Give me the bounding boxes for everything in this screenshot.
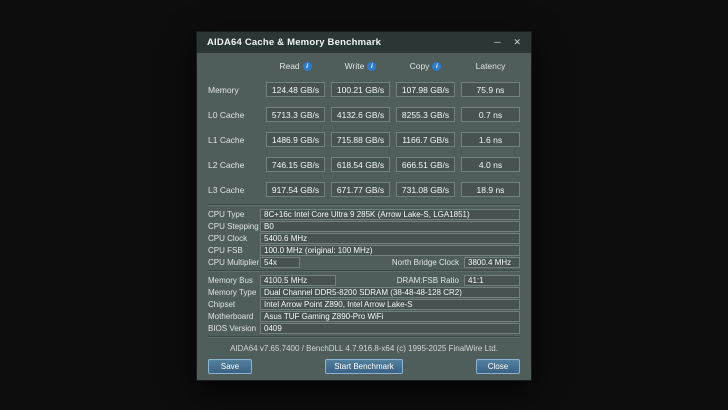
system-row-label: CPU Clock [208, 234, 260, 243]
cpu-multiplier-value: 54x [260, 257, 300, 268]
memory-copy-value: 107.98 GB/s [396, 82, 455, 97]
l0-read-value: 5713.3 GB/s [266, 107, 325, 122]
system-row-label: CPU FSB [208, 246, 260, 255]
cpu-type-value: 8C+16c Intel Core Ultra 9 285K (Arrow La… [260, 209, 520, 220]
memory-write-value: 100.21 GB/s [331, 82, 390, 97]
system-row-cpu-stepping: CPU Stepping B0 [208, 220, 520, 232]
benchmark-header: Read i Write i Copy i Latency [208, 59, 520, 73]
l1-latency-value: 1.6 ns [461, 132, 520, 147]
memory-read-value: 124.48 GB/s [266, 82, 325, 97]
memory-bus-value: 4100.5 MHz [260, 275, 336, 286]
motherboard-value: Asus TUF Gaming Z890-Pro WiFi [260, 311, 520, 322]
separator [208, 270, 520, 272]
l2-write-value: 618.54 GB/s [331, 157, 390, 172]
memory-latency-value: 75.9 ns [461, 82, 520, 97]
benchmark-row-l1-cache: L1 Cache 1486.9 GB/s 715.88 GB/s 1166.7 … [208, 127, 520, 152]
benchmark-row-label: L0 Cache [208, 110, 260, 120]
system-row-label: BIOS Version [208, 324, 260, 333]
bios-version-value: 0409 [260, 323, 520, 334]
column-header-latency: Latency [461, 61, 520, 71]
window-title: AIDA64 Cache & Memory Benchmark [207, 37, 381, 48]
column-header-read: Read i [266, 61, 325, 71]
system-row-label: CPU Multiplier [208, 258, 260, 267]
separator [208, 336, 520, 338]
column-label-write: Write [345, 61, 365, 71]
l0-write-value: 4132.6 GB/s [331, 107, 390, 122]
system-row-chipset: Chipset Intel Arrow Point Z890, Intel Ar… [208, 298, 520, 310]
system-row-label: Memory Bus [208, 276, 260, 285]
write-info-icon[interactable]: i [367, 62, 376, 71]
l2-read-value: 746.15 GB/s [266, 157, 325, 172]
system-row-memory-bus: Memory Bus 4100.5 MHz DRAM:FSB Ratio 41:… [208, 274, 520, 286]
l3-latency-value: 18.9 ns [461, 182, 520, 197]
system-row-label: Motherboard [208, 312, 260, 321]
benchmark-row-label: L2 Cache [208, 160, 260, 170]
column-header-copy: Copy i [396, 61, 455, 71]
dram-fsb-ratio-label: DRAM:FSB Ratio [397, 276, 464, 285]
benchmark-row-l0-cache: L0 Cache 5713.3 GB/s 4132.6 GB/s 8255.3 … [208, 102, 520, 127]
cpu-fsb-value: 100.0 MHz (original: 100 MHz) [260, 245, 520, 256]
system-row-cpu-clock: CPU Clock 5400.6 MHz [208, 232, 520, 244]
north-bridge-clock-value: 3800.4 MHz [464, 257, 520, 268]
cpu-clock-value: 5400.6 MHz [260, 233, 520, 244]
benchmark-row-label: L3 Cache [208, 185, 260, 195]
copy-info-icon[interactable]: i [432, 62, 441, 71]
aida64-benchmark-window: AIDA64 Cache & Memory Benchmark ─ ✕ Read… [196, 31, 532, 381]
l3-copy-value: 731.08 GB/s [396, 182, 455, 197]
system-row-label: Memory Type [208, 288, 260, 297]
column-header-write: Write i [331, 61, 390, 71]
column-label-copy: Copy [410, 61, 430, 71]
north-bridge-clock-label: North Bridge Clock [392, 258, 464, 267]
start-benchmark-button[interactable]: Start Benchmark [325, 359, 403, 374]
minimize-icon[interactable]: ─ [494, 38, 500, 47]
benchmark-row-label: L1 Cache [208, 135, 260, 145]
read-info-icon[interactable]: i [303, 62, 312, 71]
l1-copy-value: 1166.7 GB/s [396, 132, 455, 147]
desktop-background: AIDA64 Cache & Memory Benchmark ─ ✕ Read… [0, 0, 728, 410]
system-row-bios-version: BIOS Version 0409 [208, 322, 520, 334]
chipset-value: Intel Arrow Point Z890, Intel Arrow Lake… [260, 299, 520, 310]
dialog-content: Read i Write i Copy i Latency Memory 124… [197, 53, 531, 380]
l0-copy-value: 8255.3 GB/s [396, 107, 455, 122]
benchmark-row-label: Memory [208, 85, 260, 95]
close-button[interactable]: Close [476, 359, 520, 374]
benchmark-row-l3-cache: L3 Cache 917.54 GB/s 671.77 GB/s 731.08 … [208, 177, 520, 202]
l2-copy-value: 666.51 GB/s [396, 157, 455, 172]
l2-latency-value: 4.0 ns [461, 157, 520, 172]
separator [208, 204, 520, 206]
title-bar[interactable]: AIDA64 Cache & Memory Benchmark ─ ✕ [197, 32, 531, 53]
system-row-label: Chipset [208, 300, 260, 309]
l3-write-value: 671.77 GB/s [331, 182, 390, 197]
dram-fsb-ratio-value: 41:1 [464, 275, 520, 286]
dialog-buttons: Save Start Benchmark Close [208, 359, 520, 374]
column-label-latency: Latency [476, 61, 506, 71]
cpu-stepping-value: B0 [260, 221, 520, 232]
window-controls: ─ ✕ [494, 38, 521, 47]
system-row-label: CPU Stepping [208, 222, 260, 231]
system-row-cpu-type: CPU Type 8C+16c Intel Core Ultra 9 285K … [208, 208, 520, 220]
save-button[interactable]: Save [208, 359, 252, 374]
system-row-cpu-multiplier: CPU Multiplier 54x North Bridge Clock 38… [208, 256, 520, 268]
l1-write-value: 715.88 GB/s [331, 132, 390, 147]
memory-type-value: Dual Channel DDR5-8200 SDRAM (38-48-48-1… [260, 287, 520, 298]
system-row-memory-type: Memory Type Dual Channel DDR5-8200 SDRAM… [208, 286, 520, 298]
system-row-cpu-fsb: CPU FSB 100.0 MHz (original: 100 MHz) [208, 244, 520, 256]
l0-latency-value: 0.7 ns [461, 107, 520, 122]
system-row-motherboard: Motherboard Asus TUF Gaming Z890-Pro WiF… [208, 310, 520, 322]
column-label-read: Read [279, 61, 299, 71]
benchmark-row-l2-cache: L2 Cache 746.15 GB/s 618.54 GB/s 666.51 … [208, 152, 520, 177]
l3-read-value: 917.54 GB/s [266, 182, 325, 197]
system-row-label: CPU Type [208, 210, 260, 219]
close-icon[interactable]: ✕ [513, 38, 521, 47]
version-copyright-text: AIDA64 v7.65.7400 / BenchDLL 4.7.916.8-x… [208, 344, 520, 353]
benchmark-row-memory: Memory 124.48 GB/s 100.21 GB/s 107.98 GB… [208, 77, 520, 102]
l1-read-value: 1486.9 GB/s [266, 132, 325, 147]
